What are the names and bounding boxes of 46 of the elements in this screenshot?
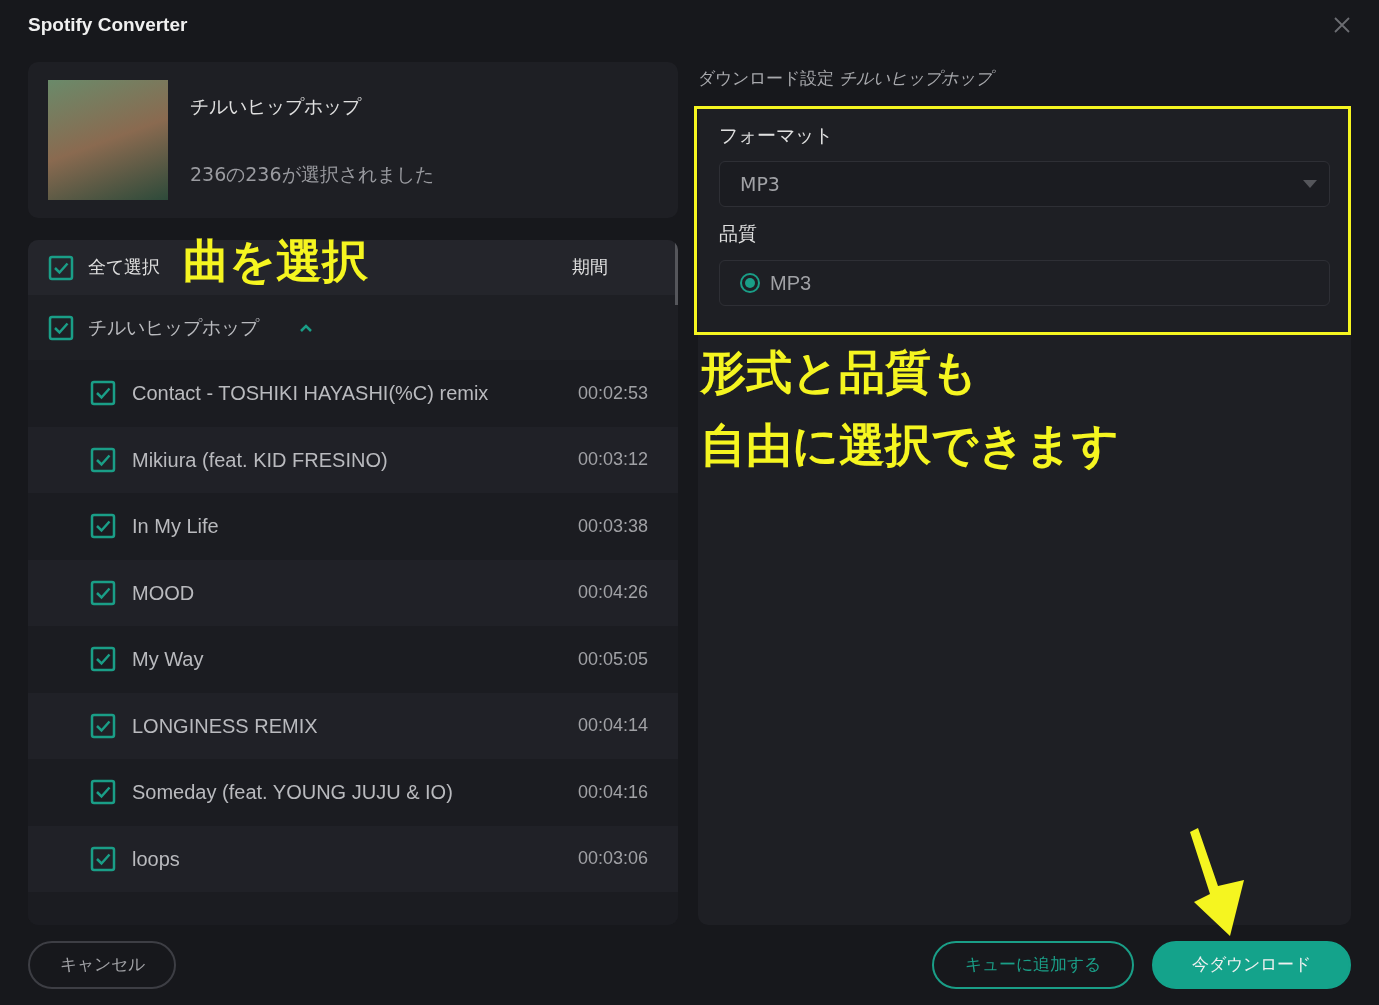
track-duration: 00:03:06	[577, 847, 648, 871]
track-duration: 00:03:12	[577, 448, 648, 472]
track-title: LONGINESS REMIX	[132, 713, 319, 739]
duration-header: 期間	[572, 256, 608, 279]
settings-heading: ダウンロード設定 チルいヒップホップ	[698, 62, 1351, 106]
track-title: Contact - TOSHIKI HAYASHI(%C) remix	[132, 381, 490, 407]
selection-count: 236の236が選択されました	[190, 162, 434, 187]
track-duration: 00:04:14	[577, 714, 648, 738]
track-duration: 00:04:26	[577, 581, 648, 605]
checkbox[interactable]	[90, 446, 116, 473]
quality-option[interactable]: MP3	[719, 259, 1330, 306]
radio-button[interactable]	[740, 272, 760, 293]
track-title: In My Life	[132, 514, 220, 540]
close-icon[interactable]	[1333, 16, 1351, 34]
track-title: Mikiura (feat. KID FRESINO)	[132, 447, 389, 473]
checkbox[interactable]	[48, 254, 74, 281]
track-duration: 00:02:53	[577, 381, 648, 405]
checkbox[interactable]	[90, 646, 116, 673]
annotation-text: 自由に選択できます	[700, 417, 1120, 473]
checkbox[interactable]	[90, 513, 116, 540]
format-label: フォーマット	[719, 122, 834, 148]
track-duration: 00:04:16	[577, 780, 648, 804]
annotation-text: 曲を選択	[183, 234, 368, 290]
track-title: loops	[132, 846, 181, 872]
caret-icon[interactable]	[299, 322, 313, 333]
track-duration: 00:03:38	[577, 514, 648, 538]
track-title: My Way	[132, 647, 205, 673]
annotation-text: 形式と品質も	[700, 344, 979, 400]
checkbox[interactable]	[90, 845, 116, 872]
format-value: MP3	[740, 171, 780, 197]
album-title: チルいヒップホップ	[190, 93, 363, 119]
track-title: MOOD	[132, 580, 196, 606]
cancel-button[interactable]: キャンセル	[28, 941, 176, 989]
checkbox[interactable]	[90, 712, 116, 739]
dropdown-caret-icon	[1303, 180, 1317, 188]
checkbox[interactable]	[90, 579, 116, 606]
checkbox[interactable]	[90, 380, 116, 407]
add-to-queue-button[interactable]: キューに追加する	[932, 941, 1134, 989]
window-title: Spotify Converter	[28, 12, 188, 37]
quality-label: 品質	[719, 221, 758, 246]
checkbox[interactable]	[48, 314, 74, 341]
checkbox[interactable]	[90, 779, 116, 806]
playlist-title: チルいヒップホップ	[88, 315, 259, 341]
track-duration: 00:05:05	[577, 647, 648, 671]
select-all-label: 全て選択	[88, 256, 160, 279]
track-title: Someday (feat. YOUNG JUJU & IO)	[132, 780, 454, 806]
